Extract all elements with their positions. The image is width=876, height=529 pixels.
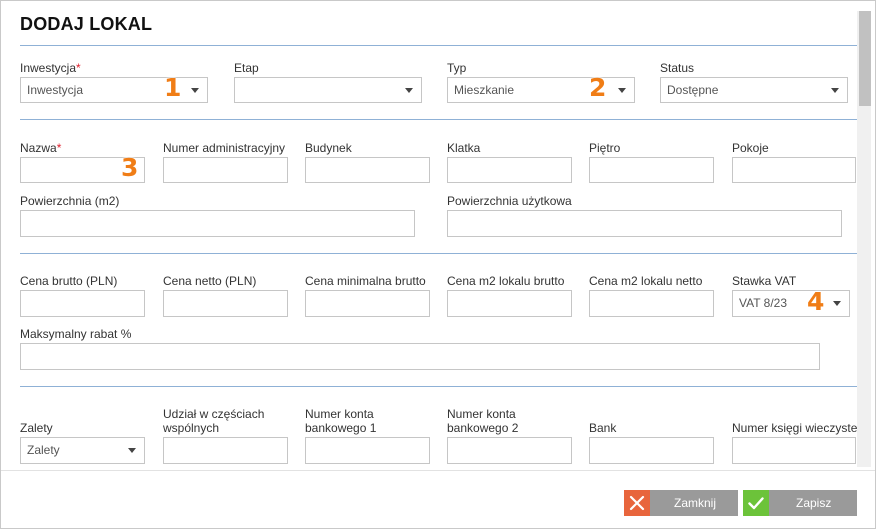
close-button[interactable]: Zamknij [624, 490, 738, 516]
chevron-down-icon [128, 448, 136, 453]
min-gross-price-label: Cena minimalna brutto [305, 274, 426, 288]
usable-area-input[interactable] [447, 210, 842, 237]
vat-rate-label: Stawka VAT [732, 274, 797, 288]
close-button-label: Zamknij [674, 496, 717, 510]
common-share-label: Udział w częściach wspólnych [163, 407, 265, 435]
vat-rate-select[interactable]: VAT 8/23 [732, 290, 850, 317]
advantages-select-value: Zalety [27, 443, 60, 457]
annotation-badge-4: 4 [807, 287, 825, 316]
chevron-down-icon [831, 88, 839, 93]
save-button[interactable]: Zapisz [743, 490, 857, 516]
rooms-input[interactable] [732, 157, 856, 183]
rooms-label: Pokoje [732, 141, 769, 155]
bank-input[interactable] [589, 437, 714, 464]
stage-label: Etap [234, 61, 259, 75]
annotation-badge-2: 2 [589, 73, 607, 102]
annotation-badge-1: 1 [164, 73, 182, 102]
stage-select[interactable] [234, 77, 422, 103]
close-icon [624, 490, 650, 516]
bank-account-2-label: Numer konta bankowego 2 [447, 407, 519, 435]
footer-divider [1, 470, 875, 471]
floor-input[interactable] [589, 157, 714, 183]
type-label: Typ [447, 61, 467, 75]
usable-area-label: Powierzchnia użytkowa [447, 194, 572, 208]
vat-rate-select-value: VAT 8/23 [739, 296, 788, 310]
type-select[interactable]: Mieszkanie [447, 77, 635, 103]
gross-price-label: Cena brutto (PLN) [20, 274, 118, 288]
annotation-badge-3: 3 [121, 153, 139, 182]
land-register-input[interactable] [732, 437, 856, 464]
status-select[interactable]: Dostępne [660, 77, 848, 103]
checkmark-icon [743, 490, 769, 516]
admin-number-input[interactable] [163, 157, 288, 183]
m2-net-price-input[interactable] [589, 290, 714, 317]
m2-gross-price-label: Cena m2 lokalu brutto [447, 274, 565, 288]
status-select-value: Dostępne [667, 83, 719, 97]
chevron-down-icon [405, 88, 413, 93]
advantages-label: Zalety [20, 421, 53, 435]
add-unit-dialog: DODAJ LOKAL Inwestycja* Inwestycja Etap … [0, 0, 876, 529]
advantages-select[interactable]: Zalety [20, 437, 145, 464]
chevron-down-icon [191, 88, 199, 93]
scrollbar-thumb[interactable] [859, 11, 871, 106]
bank-account-2-input[interactable] [447, 437, 572, 464]
bank-account-1-label: Numer konta bankowego 1 [305, 407, 377, 435]
staircase-label: Klatka [447, 141, 481, 155]
bank-account-1-input[interactable] [305, 437, 430, 464]
net-price-input[interactable] [163, 290, 288, 317]
floor-label: Piętro [589, 141, 621, 155]
max-discount-label: Maksymalny rabat % [20, 327, 132, 341]
m2-gross-price-input[interactable] [447, 290, 572, 317]
net-price-label: Cena netto (PLN) [163, 274, 257, 288]
staircase-input[interactable] [447, 157, 572, 183]
area-label: Powierzchnia (m2) [20, 194, 120, 208]
bank-label: Bank [589, 421, 617, 435]
max-discount-input[interactable] [20, 343, 820, 370]
save-button-label: Zapisz [796, 496, 832, 510]
status-label: Status [660, 61, 695, 75]
dialog-title: DODAJ LOKAL [20, 14, 153, 34]
chevron-down-icon [833, 301, 841, 306]
section-divider [20, 119, 857, 120]
investment-select-value: Inwestycja [27, 83, 84, 97]
building-input[interactable] [305, 157, 430, 183]
investment-label: Inwestycja* [20, 61, 81, 75]
section-divider [20, 386, 857, 387]
building-label: Budynek [305, 141, 352, 155]
area-input[interactable] [20, 210, 415, 237]
type-select-value: Mieszkanie [454, 83, 515, 97]
admin-number-label: Numer administracyjny [163, 141, 286, 155]
section-divider [20, 45, 857, 46]
min-gross-price-input[interactable] [305, 290, 430, 317]
name-label: Nazwa* [20, 141, 62, 155]
land-register-label: Numer księgi wieczystej [732, 421, 861, 435]
m2-net-price-label: Cena m2 lokalu netto [589, 274, 703, 288]
section-divider [20, 253, 857, 254]
chevron-down-icon [618, 88, 626, 93]
gross-price-input[interactable] [20, 290, 145, 317]
common-share-input[interactable] [163, 437, 288, 464]
